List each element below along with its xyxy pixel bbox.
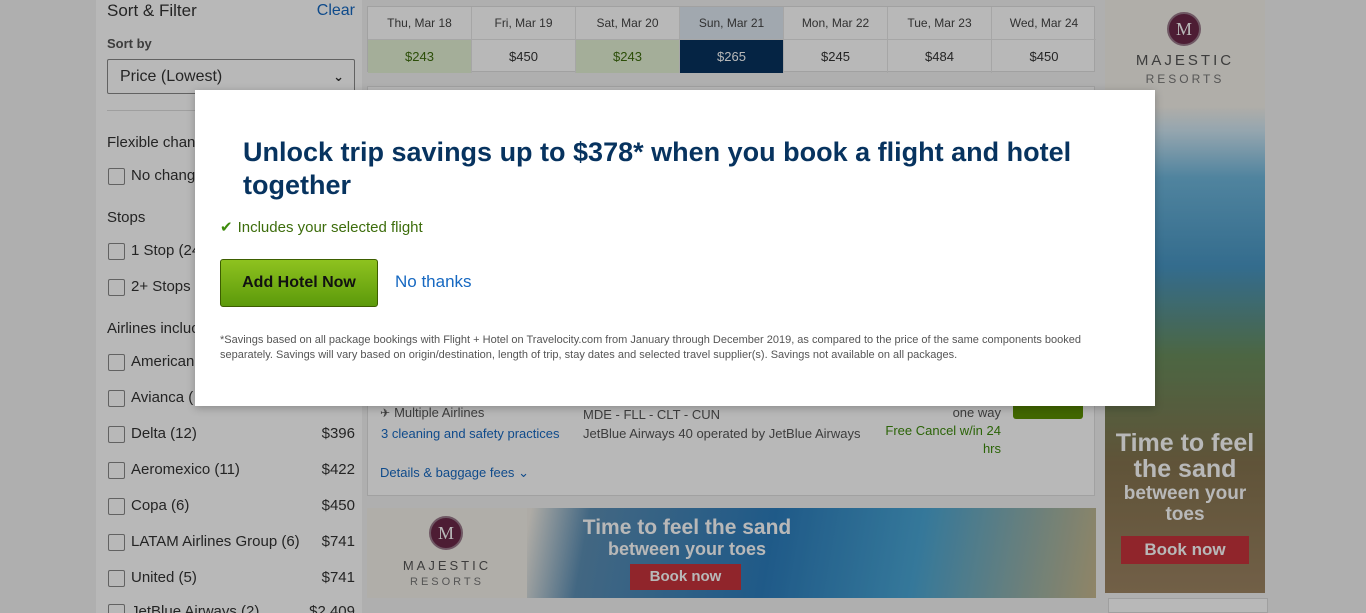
add-hotel-now-button[interactable]: Add Hotel Now	[220, 259, 378, 307]
no-thanks-link[interactable]: No thanks	[395, 272, 472, 292]
modal-title: Unlock trip savings up to $378* when you…	[243, 137, 1072, 200]
includes-flight-note: ✔ Includes your selected flight	[220, 218, 423, 236]
includes-text: Includes your selected flight	[237, 219, 423, 236]
bundle-savings-modal: Unlock trip savings up to $378* when you…	[195, 90, 1155, 406]
modal-backdrop[interactable]: Unlock trip savings up to $378* when you…	[0, 0, 1366, 613]
savings-disclaimer: *Savings based on all package bookings w…	[220, 334, 1082, 361]
checkmark-icon: ✔	[220, 219, 233, 236]
